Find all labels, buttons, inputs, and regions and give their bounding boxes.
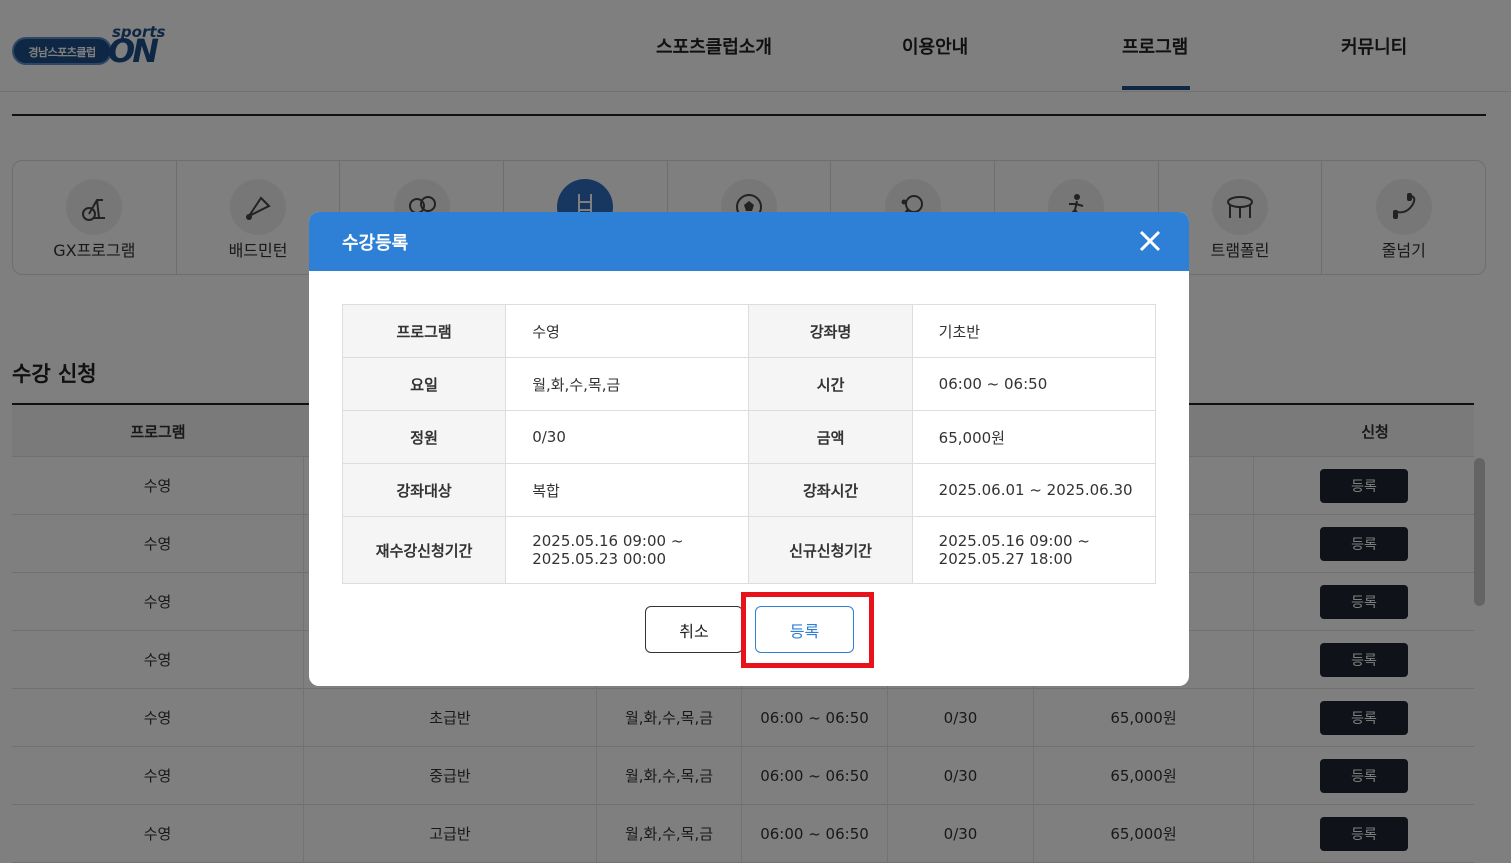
info-row: 정원 0/30 금액 65,000원 bbox=[341, 410, 1157, 464]
info-row: 요일 월,화,수,목,금 시간 06:00 ~ 06:50 bbox=[341, 357, 1157, 411]
info-value: 2025.05.16 09:00 ~ 2025.05.23 00:00 bbox=[505, 516, 750, 584]
info-label: 강좌대상 bbox=[341, 463, 507, 517]
info-value: 월,화,수,목,금 bbox=[505, 357, 750, 411]
info-label: 시간 bbox=[748, 357, 913, 411]
info-label: 강좌시간 bbox=[748, 463, 913, 517]
modal-header: 수강등록 bbox=[309, 212, 1189, 271]
info-value: 수영 bbox=[505, 304, 750, 358]
info-label: 프로그램 bbox=[341, 304, 507, 358]
info-row: 재수강신청기간 2025.05.16 09:00 ~ 2025.05.23 00:… bbox=[341, 516, 1157, 584]
info-label: 정원 bbox=[341, 410, 507, 464]
info-label: 금액 bbox=[748, 410, 913, 464]
info-row: 프로그램 수영 강좌명 기초반 bbox=[341, 304, 1157, 358]
course-info-table: 프로그램 수영 강좌명 기초반 요일 월,화,수,목,금 시간 06:00 ~ 06:50 정원… bbox=[341, 304, 1157, 584]
info-value: 0/30 bbox=[505, 410, 750, 464]
info-value: 복합 bbox=[505, 463, 750, 517]
info-value: 65,000원 bbox=[911, 410, 1157, 464]
info-label: 재수강신청기간 bbox=[341, 516, 507, 584]
info-value: 2025.06.01 ~ 2025.06.30 bbox=[911, 463, 1157, 517]
cancel-button[interactable]: 취소 bbox=[645, 606, 743, 653]
highlight-box bbox=[741, 592, 874, 668]
modal-title: 수강등록 bbox=[342, 233, 409, 254]
info-label: 요일 bbox=[341, 357, 507, 411]
info-value: 06:00 ~ 06:50 bbox=[911, 357, 1157, 411]
info-value: 2025.05.16 09:00 ~ 2025.05.27 18:00 bbox=[911, 516, 1157, 584]
info-label: 강좌명 bbox=[748, 304, 913, 358]
close-button[interactable] bbox=[1137, 228, 1163, 254]
info-value: 기초반 bbox=[911, 304, 1157, 358]
info-row: 강좌대상 복합 강좌시간 2025.06.01 ~ 2025.06.30 bbox=[341, 463, 1157, 517]
info-label: 신규신청기간 bbox=[748, 516, 913, 584]
close-icon bbox=[1139, 230, 1161, 252]
